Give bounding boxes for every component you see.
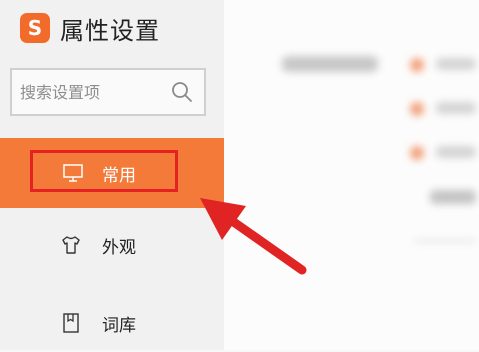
blurred-option-marker (410, 58, 424, 72)
app-brand: S 属性设置 (20, 10, 160, 46)
book-icon (63, 313, 79, 333)
shirt-icon (62, 236, 80, 254)
sidebar-item-common[interactable]: 常用 (0, 138, 224, 208)
blurred-text-block (436, 146, 476, 158)
sidebar-item-label: 常用 (102, 165, 136, 186)
sidebar-item-appearance[interactable]: 外观 (0, 216, 224, 274)
sogou-logo-icon: S (20, 13, 50, 43)
sidebar-item-label: 词库 (102, 315, 136, 336)
blurred-option-marker (410, 102, 424, 116)
search-input[interactable] (18, 81, 172, 103)
sidebar: S 属性设置 常用 外观 词库 (0, 0, 224, 350)
blurred-text-block (436, 58, 476, 70)
search-icon[interactable] (170, 80, 194, 104)
settings-content-blurred (224, 0, 479, 350)
blurred-text-block (436, 102, 476, 114)
search-box[interactable] (10, 68, 206, 116)
blurred-text-block (430, 190, 476, 204)
sidebar-item-label: 外观 (102, 237, 136, 258)
blurred-option-marker (410, 146, 424, 160)
blurred-divider (414, 240, 476, 242)
blurred-text-block (282, 56, 378, 72)
sidebar-item-lexicon[interactable]: 词库 (0, 294, 224, 352)
page-title: 属性设置 (60, 16, 160, 45)
monitor-icon (63, 164, 83, 182)
